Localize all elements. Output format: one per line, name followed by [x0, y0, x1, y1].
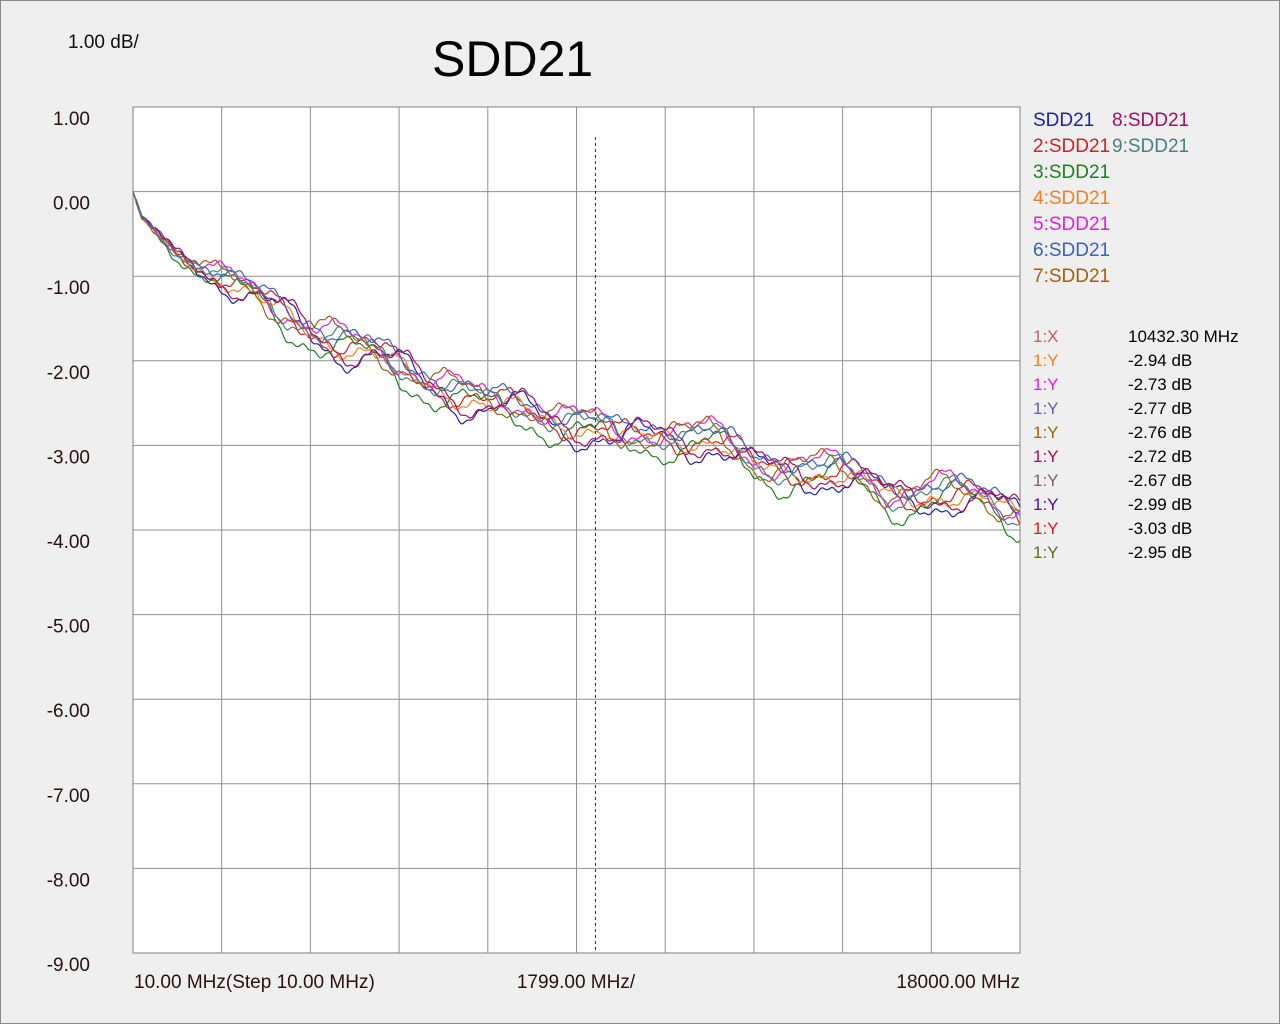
marker-value: -2.95 dB [1128, 543, 1192, 562]
y-tick-label: -1.00 [47, 278, 90, 299]
y-tick-label: -9.00 [47, 955, 90, 976]
marker-id: 1:Y [1033, 423, 1059, 442]
marker-id: 1:Y [1033, 399, 1059, 418]
y-tick-label: -3.00 [47, 447, 90, 468]
marker-id: 1:Y [1033, 471, 1059, 490]
marker-value: -2.72 dB [1128, 447, 1192, 466]
marker-id: 1:Y [1033, 351, 1059, 370]
y-tick-label: -8.00 [47, 870, 90, 891]
legend-entry: 2:SDD21 [1033, 136, 1110, 157]
marker-id: 1:Y [1033, 495, 1059, 514]
x-label-center: 1799.00 MHz/ [517, 972, 636, 993]
y-tick-label: 1.00 [53, 109, 90, 130]
y-tick-label: -7.00 [47, 786, 90, 807]
marker-value: -2.94 dB [1128, 351, 1192, 370]
legend-entry: 7:SDD21 [1033, 266, 1110, 287]
legend-entry: 9:SDD21 [1112, 136, 1189, 157]
chart-canvas: 1.00 0.00 -1.00 -2.00 -3.00 -4.00 -5.00 -6.00 -7… [47, 106, 1239, 993]
marker-value: -2.99 dB [1128, 495, 1192, 514]
marker-value: -2.77 dB [1128, 399, 1192, 418]
legend-entry: SDD21 [1033, 110, 1094, 131]
y-tick-label: -5.00 [47, 617, 90, 638]
marker-value: 10432.30 MHz [1128, 327, 1239, 346]
x-label-start: 10.00 MHz(Step 10.00 MHz) [134, 972, 375, 993]
marker-id: 1:Y [1033, 375, 1059, 394]
legend-entry: 5:SDD21 [1033, 214, 1110, 235]
marker-value: -2.67 dB [1128, 471, 1192, 490]
legend-entry: 3:SDD21 [1033, 162, 1110, 183]
marker-id: 1:Y [1033, 519, 1059, 538]
marker-value: -2.73 dB [1128, 375, 1192, 394]
marker-id: 1:Y [1033, 543, 1059, 562]
marker-value: -2.76 dB [1128, 423, 1192, 442]
y-tick-label: -2.00 [47, 363, 90, 384]
y-tick-label: -4.00 [47, 532, 90, 553]
marker-id: 1:Y [1033, 447, 1059, 466]
legend-entry: 6:SDD21 [1033, 240, 1110, 261]
y-tick-label: -6.00 [47, 701, 90, 722]
y-tick-label: 0.00 [53, 194, 90, 215]
marker-value: -3.03 dB [1128, 519, 1192, 538]
legend-entry: 4:SDD21 [1033, 188, 1110, 209]
marker-id: 1:X [1033, 327, 1059, 346]
legend-entry: 8:SDD21 [1112, 110, 1189, 131]
x-label-stop: 18000.00 MHz [896, 972, 1020, 993]
